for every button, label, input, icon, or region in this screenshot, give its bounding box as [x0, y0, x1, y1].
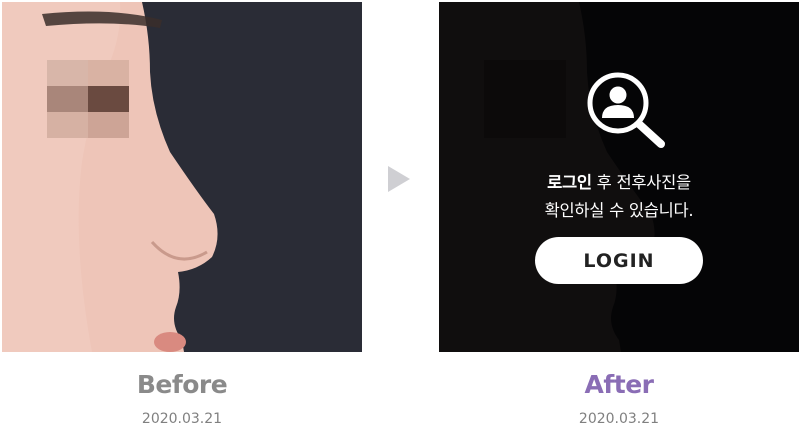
user-search-icon: [587, 72, 665, 148]
next-arrow-icon: [388, 166, 410, 192]
before-photo: [2, 2, 362, 352]
after-photo: 로그인 후 전후사진을 확인하실 수 있습니다. LOGIN: [439, 2, 799, 352]
before-face-image: [2, 2, 362, 352]
before-label: Before: [136, 370, 228, 399]
overlay-message-line2: 확인하실 수 있습니다.: [544, 201, 694, 220]
after-date: 2020.03.21: [578, 411, 660, 427]
before-date: 2020.03.21: [141, 411, 223, 427]
overlay-message-rest: 후 전후사진을: [591, 173, 692, 192]
after-label: After: [584, 370, 654, 399]
login-button[interactable]: LOGIN: [535, 237, 703, 284]
overlay-message-strong: 로그인: [547, 173, 592, 192]
overlay-message-line1: 로그인 후 전후사진을: [439, 169, 799, 193]
